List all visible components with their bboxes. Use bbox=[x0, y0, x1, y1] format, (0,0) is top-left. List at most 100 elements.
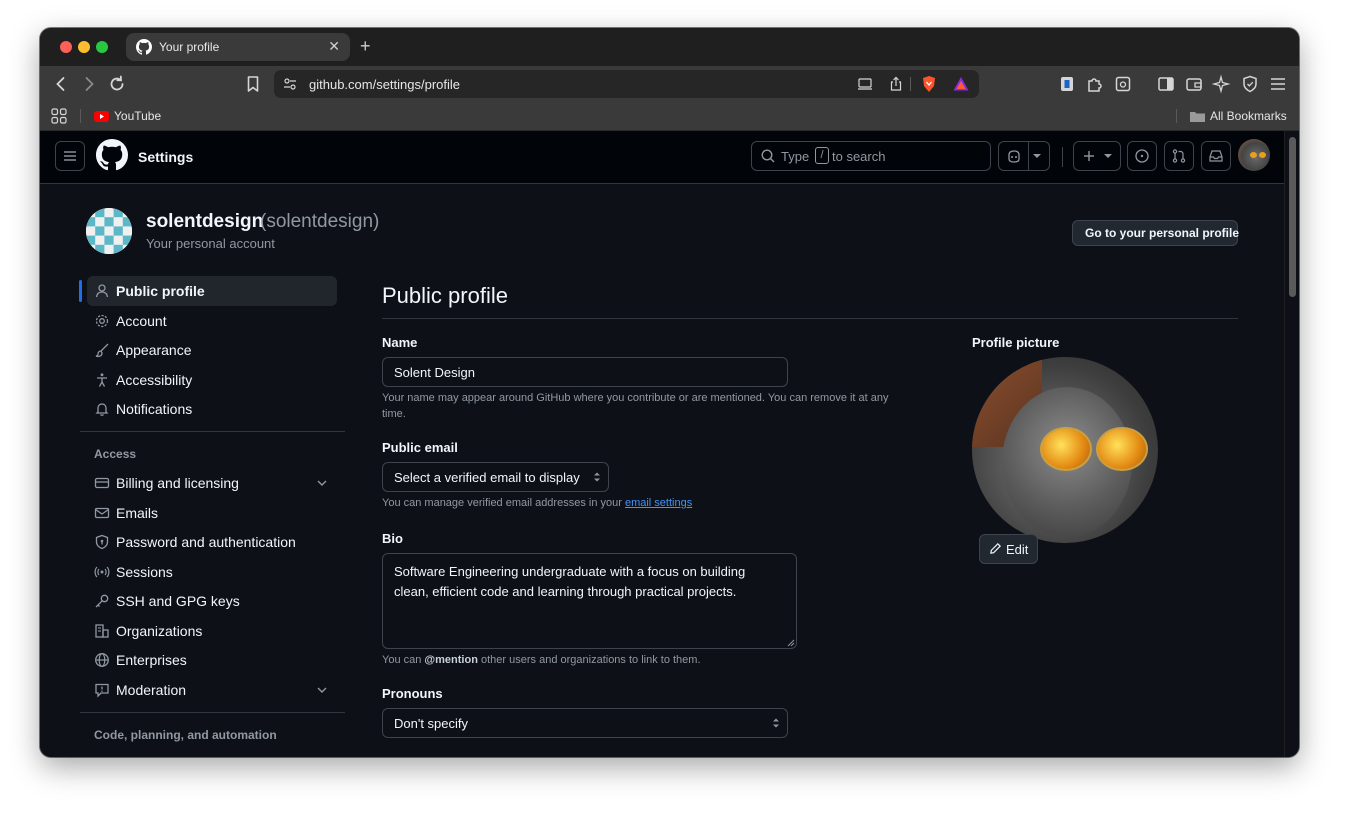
sidebar-item-accessibility[interactable]: Accessibility bbox=[87, 365, 337, 395]
close-tab-icon[interactable]: ✕ bbox=[328, 38, 340, 55]
reload-icon[interactable] bbox=[107, 74, 127, 94]
sidebar-item-organizations[interactable]: Organizations bbox=[87, 616, 337, 646]
pencil-icon bbox=[990, 543, 1001, 554]
bio-help-text-2: other users and organizations to link to… bbox=[481, 654, 701, 666]
youtube-icon bbox=[94, 111, 109, 122]
menu-icon[interactable] bbox=[1268, 74, 1288, 94]
sidebar-item-ssh-gpg[interactable]: SSH and GPG keys bbox=[87, 586, 337, 616]
bookmark-youtube[interactable]: YouTube bbox=[94, 102, 164, 130]
create-new-button[interactable] bbox=[1073, 141, 1121, 171]
sidebar-item-moderation[interactable]: Moderation bbox=[87, 675, 337, 705]
sidebar-item-label: Organizations bbox=[116, 623, 203, 639]
new-tab-button[interactable]: + bbox=[360, 36, 371, 56]
account-subtitle: Your personal account bbox=[146, 236, 275, 251]
edit-picture-label: Edit bbox=[1006, 542, 1029, 557]
sidebar-item-appearance[interactable]: Appearance bbox=[87, 335, 337, 365]
sidebar-item-label: Enterprises bbox=[116, 652, 187, 668]
forward-icon[interactable] bbox=[79, 74, 99, 94]
identicon bbox=[86, 208, 132, 254]
public-email-select-value: Select a verified email to display bbox=[394, 470, 580, 485]
bio-line-1: Software Engineering undergraduate with … bbox=[394, 564, 746, 579]
sidebar-item-account[interactable]: Account bbox=[87, 306, 337, 336]
heading-divider bbox=[382, 318, 1238, 319]
bookmark-youtube-label: YouTube bbox=[114, 109, 162, 123]
divider bbox=[1062, 147, 1063, 167]
shield-lock-icon bbox=[95, 534, 109, 550]
close-window-button[interactable] bbox=[60, 41, 72, 53]
profile-picture-label: Profile picture bbox=[972, 335, 1060, 350]
person-icon bbox=[95, 284, 109, 298]
email-settings-link[interactable]: email settings bbox=[625, 497, 692, 509]
bookmark-icon[interactable] bbox=[243, 74, 263, 94]
plus-icon bbox=[1084, 151, 1094, 161]
extension-square-icon[interactable] bbox=[1057, 74, 1077, 94]
search-input[interactable]: Type / to search bbox=[751, 141, 991, 171]
all-bookmarks-button[interactable]: All Bookmarks bbox=[1190, 102, 1290, 130]
public-email-select[interactable]: Select a verified email to display bbox=[382, 462, 609, 492]
sidebar-item-sessions[interactable]: Sessions bbox=[87, 557, 337, 587]
sidebar-item-public-profile[interactable]: Public profile bbox=[87, 276, 337, 306]
pronouns-select-value: Don't specify bbox=[394, 716, 469, 731]
github-favicon-icon bbox=[136, 39, 152, 55]
minimize-window-button[interactable] bbox=[78, 41, 90, 53]
chevron-down-icon bbox=[1033, 154, 1041, 158]
vpn-shield-icon[interactable] bbox=[1240, 74, 1260, 94]
browser-toolbar: github.com/settings/profile bbox=[40, 66, 1299, 102]
github-logo-icon[interactable] bbox=[96, 139, 128, 171]
reader-mode-icon[interactable] bbox=[1113, 74, 1133, 94]
active-indicator bbox=[79, 280, 82, 302]
issues-button[interactable] bbox=[1127, 141, 1157, 171]
browser-window: Your profile ✕ + github.com/settings/pro… bbox=[40, 28, 1299, 757]
back-icon[interactable] bbox=[51, 74, 71, 94]
sidebar-item-notifications[interactable]: Notifications bbox=[87, 394, 337, 424]
edit-picture-button[interactable]: Edit bbox=[979, 534, 1038, 564]
brave-shields-icon[interactable] bbox=[920, 75, 938, 93]
sidebar-item-password[interactable]: Password and authentication bbox=[87, 527, 337, 557]
sidebar-toggle-icon[interactable] bbox=[1156, 74, 1176, 94]
accessibility-icon bbox=[97, 373, 107, 387]
extensions-puzzle-icon[interactable] bbox=[1085, 74, 1105, 94]
sidebar-item-label: Notifications bbox=[116, 401, 193, 417]
public-email-label: Public email bbox=[382, 440, 458, 455]
brave-rewards-icon[interactable] bbox=[952, 75, 970, 93]
inbox-button[interactable] bbox=[1201, 141, 1231, 171]
divider bbox=[1028, 142, 1029, 170]
mail-icon bbox=[94, 507, 110, 519]
bookmarks-bar: YouTube All Bookmarks bbox=[40, 102, 1299, 131]
apps-grid-icon[interactable] bbox=[51, 108, 67, 124]
wallet-icon[interactable] bbox=[1184, 74, 1204, 94]
scrollbar-thumb[interactable] bbox=[1289, 137, 1296, 297]
select-arrows-icon bbox=[594, 472, 600, 482]
sidebar-item-emails[interactable]: Emails bbox=[87, 498, 337, 528]
name-field[interactable]: Solent Design bbox=[382, 357, 788, 387]
sidebar-item-billing[interactable]: Billing and licensing bbox=[87, 468, 337, 498]
resize-handle-icon[interactable] bbox=[787, 639, 795, 647]
go-to-profile-label: Go to your personal profile bbox=[1085, 226, 1240, 240]
sidebar-item-label: Emails bbox=[116, 505, 159, 521]
bio-textarea[interactable]: Software Engineering undergraduate with … bbox=[382, 553, 797, 649]
pull-requests-button[interactable] bbox=[1164, 141, 1194, 171]
site-settings-icon[interactable] bbox=[283, 77, 297, 91]
credit-card-icon bbox=[94, 477, 110, 489]
sidebar-item-label: Sessions bbox=[116, 564, 173, 580]
name-field-value: Solent Design bbox=[394, 365, 475, 380]
tab-strip: Your profile ✕ + bbox=[40, 28, 1299, 66]
email-help-text: You can manage verified email addresses … bbox=[382, 497, 622, 509]
go-to-profile-button[interactable]: Go to your personal profile bbox=[1072, 220, 1240, 246]
browser-tab[interactable]: Your profile ✕ bbox=[126, 33, 350, 61]
cast-icon[interactable] bbox=[857, 76, 873, 92]
hamburger-menu-button[interactable] bbox=[55, 141, 85, 171]
bio-line-2: clean, efficient code and learning throu… bbox=[394, 584, 737, 599]
page-scrollbar[interactable] bbox=[1284, 131, 1299, 757]
leo-ai-icon[interactable] bbox=[1212, 74, 1232, 94]
issue-icon bbox=[1135, 149, 1149, 163]
share-icon[interactable] bbox=[888, 76, 904, 92]
pull-request-icon bbox=[1172, 149, 1186, 163]
address-bar[interactable]: github.com/settings/profile bbox=[274, 70, 979, 98]
maximize-window-button[interactable] bbox=[96, 41, 108, 53]
copilot-button[interactable] bbox=[998, 141, 1050, 171]
user-avatar[interactable] bbox=[1238, 139, 1270, 171]
sidebar-item-enterprises[interactable]: Enterprises bbox=[87, 645, 337, 675]
pronouns-select[interactable]: Don't specify bbox=[382, 708, 788, 738]
bio-help-mention: @mention bbox=[424, 654, 478, 666]
